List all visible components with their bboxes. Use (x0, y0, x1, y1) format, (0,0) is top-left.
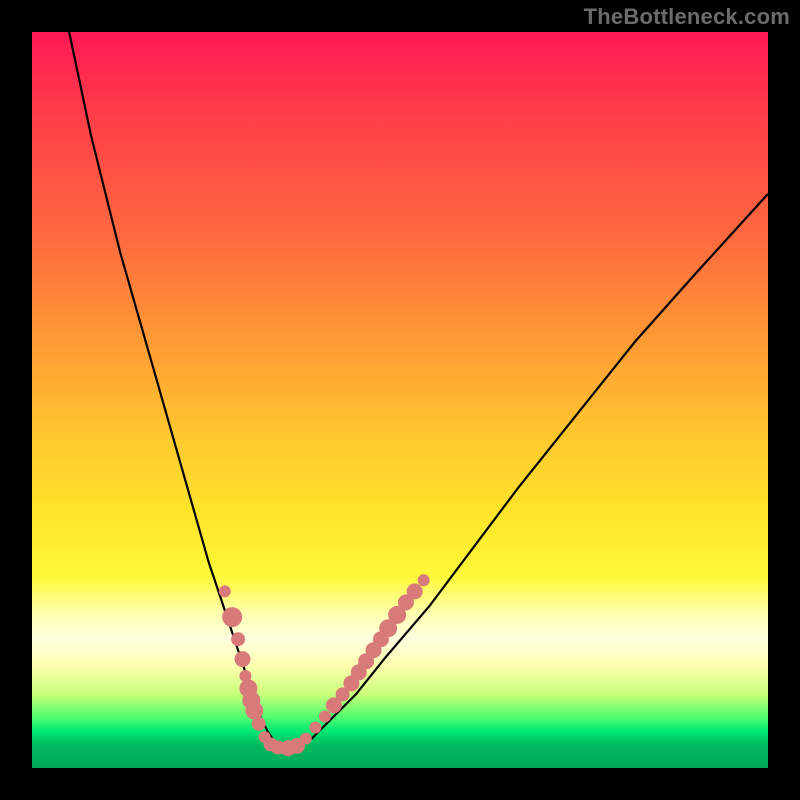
marker-dot (252, 717, 266, 731)
curve-line (61, 32, 768, 746)
chart-overlay (32, 32, 768, 768)
watermark-text: TheBottleneck.com (584, 4, 790, 30)
plot-area (32, 32, 768, 768)
marker-dots (219, 574, 430, 756)
marker-dot (309, 722, 321, 734)
marker-dot (407, 583, 423, 599)
chart-frame: TheBottleneck.com (0, 0, 800, 800)
marker-dot (418, 574, 430, 586)
marker-dot (319, 711, 331, 723)
marker-dot (235, 651, 251, 667)
marker-dot (222, 607, 242, 627)
marker-dot (245, 702, 263, 720)
marker-dot (300, 733, 312, 745)
marker-dot (231, 632, 245, 646)
marker-dot (219, 585, 231, 597)
